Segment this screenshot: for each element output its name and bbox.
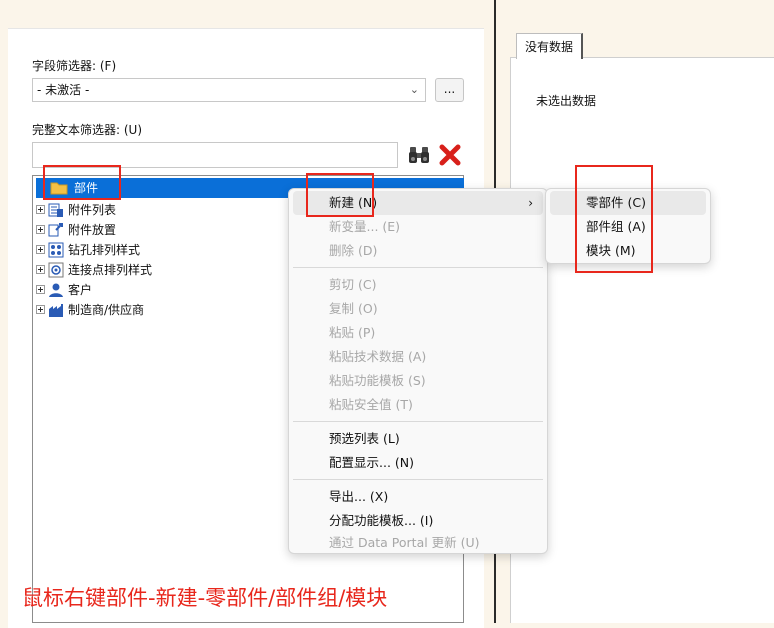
- menu-item-new-variant[interactable]: 新变量... (E): [293, 215, 543, 239]
- context-menu: 新建 (N) › 新变量... (E) 删除 (D) 剪切 (C) 复制 (O)…: [288, 188, 548, 554]
- field-filter-more-button[interactable]: ...: [435, 78, 464, 102]
- menu-item-export[interactable]: 导出... (X): [293, 485, 543, 509]
- expand-icon[interactable]: [36, 225, 45, 234]
- menu-separator: [293, 479, 543, 480]
- menu-item-update-data-portal[interactable]: 通过 Data Portal 更新 (U): [293, 531, 543, 555]
- menu-item-configure-display[interactable]: 配置显示... (N): [293, 451, 543, 475]
- chevron-down-icon: ⌄: [409, 83, 419, 96]
- connection-point-icon: [48, 262, 64, 278]
- annotation-box-submenu: [575, 165, 653, 273]
- menu-item-cut[interactable]: 剪切 (C): [293, 273, 543, 297]
- menu-separator: [293, 421, 543, 422]
- expand-icon[interactable]: [36, 265, 45, 274]
- expand-icon[interactable]: [36, 205, 45, 214]
- expand-icon[interactable]: [36, 245, 45, 254]
- tab-no-data[interactable]: 没有数据: [516, 33, 584, 59]
- menu-item-paste-function-template[interactable]: 粘贴功能模板 (S): [293, 369, 543, 393]
- menu-item-paste-tech-data[interactable]: 粘贴技术数据 (A): [293, 345, 543, 369]
- attachment-placement-icon: [48, 222, 64, 238]
- menu-item-paste[interactable]: 粘贴 (P): [293, 321, 543, 345]
- field-filter-label: 字段筛选器: (F): [32, 59, 117, 73]
- annotation-box-new: [306, 173, 374, 217]
- field-filter-value: - 未激活 -: [37, 83, 90, 97]
- no-data-message: 未选出数据: [536, 94, 597, 108]
- fulltext-filter-label: 完整文本筛选器: (U): [32, 123, 143, 137]
- clear-filter-icon[interactable]: [438, 143, 462, 167]
- tree-item-label: 附件列表: [68, 203, 117, 217]
- menu-item-preselection-list[interactable]: 预选列表 (L): [293, 427, 543, 451]
- tree-item-label: 钻孔排列样式: [68, 243, 141, 257]
- attachment-list-icon: [48, 202, 64, 218]
- expand-icon[interactable]: [36, 305, 45, 314]
- tree-item-label: 附件放置: [68, 223, 117, 237]
- tree-item-label: 制造商/供应商: [68, 303, 145, 317]
- drill-pattern-icon: [48, 242, 64, 258]
- expand-icon[interactable]: [36, 285, 45, 294]
- menu-separator: [293, 267, 543, 268]
- right-panel: [510, 57, 774, 623]
- menu-item-assign-function-template[interactable]: 分配功能模板... (I): [293, 509, 543, 533]
- field-filter-combo[interactable]: - 未激活 - ⌄: [32, 78, 426, 102]
- annotation-caption: 鼠标右键部件-新建-零部件/部件组/模块: [22, 586, 388, 610]
- menu-item-paste-safety-value[interactable]: 粘贴安全值 (T): [293, 393, 543, 417]
- menu-item-copy[interactable]: 复制 (O): [293, 297, 543, 321]
- annotation-box-parts: [43, 165, 121, 200]
- tree-item-label: 连接点排列样式: [68, 263, 153, 277]
- customer-icon: [48, 282, 64, 298]
- chevron-right-icon: ›: [528, 196, 533, 210]
- binoculars-icon[interactable]: [407, 143, 431, 167]
- manufacturer-icon: [48, 302, 64, 318]
- tree-item-label: 客户: [68, 283, 93, 297]
- menu-item-delete[interactable]: 删除 (D): [293, 239, 543, 263]
